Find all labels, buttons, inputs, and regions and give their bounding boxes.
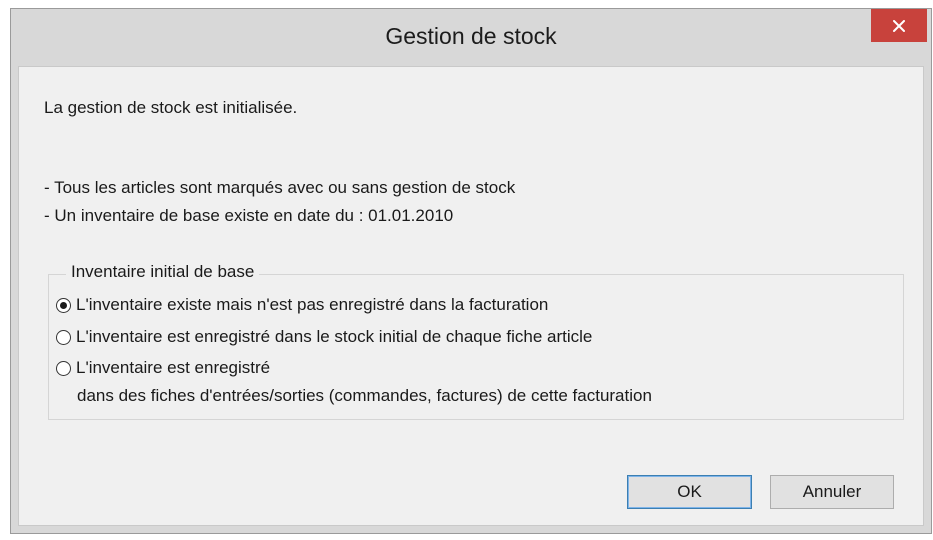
radio-label: L'inventaire existe mais n'est pas enreg… bbox=[76, 295, 549, 314]
cancel-button[interactable]: Annuler bbox=[770, 475, 894, 509]
group-legend: Inventaire initial de base bbox=[66, 262, 260, 282]
radio-button[interactable] bbox=[56, 360, 71, 376]
close-icon bbox=[893, 19, 905, 32]
radio-label-continuation: dans des fiches d'entrées/sorties (comma… bbox=[77, 386, 652, 405]
radio-button[interactable] bbox=[56, 297, 71, 313]
radio-button[interactable] bbox=[56, 329, 71, 345]
dialog-window: Gestion de stock La gestion de stock est… bbox=[10, 8, 932, 534]
radio-option-entry-exit-records[interactable]: L'inventaire est enregistré bbox=[56, 358, 270, 378]
window-title: Gestion de stock bbox=[385, 23, 557, 49]
radio-option-initial-stock[interactable]: L'inventaire est enregistré dans le stoc… bbox=[56, 327, 592, 347]
intro-text: La gestion de stock est initialisée. bbox=[44, 98, 298, 117]
dialog-content: La gestion de stock est initialisée. - T… bbox=[18, 66, 924, 526]
close-button[interactable] bbox=[871, 9, 927, 42]
radio-label: L'inventaire est enregistré dans le stoc… bbox=[76, 327, 593, 346]
bullet-inventory-date: - Un inventaire de base existe en date d… bbox=[44, 206, 454, 225]
radio-selected-dot bbox=[60, 301, 67, 309]
bullet-articles: - Tous les articles sont marqués avec ou… bbox=[44, 178, 516, 197]
radio-option-not-recorded[interactable]: L'inventaire existe mais n'est pas enreg… bbox=[56, 295, 548, 315]
ok-button[interactable]: OK bbox=[627, 475, 752, 509]
title-bar[interactable]: Gestion de stock bbox=[11, 9, 931, 66]
radio-label: L'inventaire est enregistré bbox=[76, 358, 271, 377]
